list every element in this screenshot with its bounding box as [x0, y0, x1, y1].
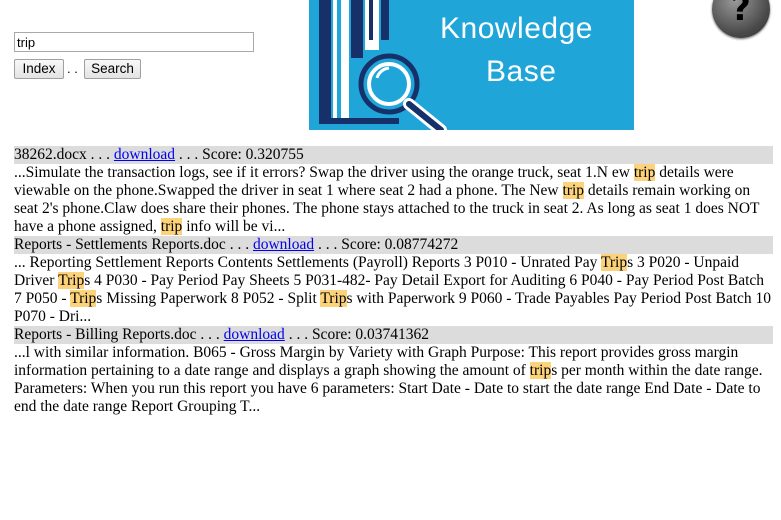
result-filename: Reports - Billing Reports.doc	[14, 326, 197, 343]
snippet-text: ...Simulate the transaction logs, see if…	[14, 164, 634, 181]
result-filename: 38262.docx	[14, 146, 87, 163]
highlight-term: Trip	[58, 272, 85, 289]
result-score: Score: 0.320755	[202, 146, 304, 163]
download-link[interactable]: download	[224, 326, 285, 343]
results-list: 38262.docx . . . download . . . Score: 0…	[14, 146, 773, 416]
highlight-term: trip	[562, 182, 585, 199]
highlight-term: trip	[633, 164, 656, 181]
highlight-term: trip	[160, 218, 183, 235]
knowledge-base-logo: Knowledge Base	[309, 0, 634, 130]
help-icon[interactable]: ?	[712, 0, 770, 38]
result-snippet: ... Reporting Settlement Reports Content…	[14, 254, 773, 326]
highlight-term: Trip	[320, 290, 347, 307]
search-button[interactable]: Search	[84, 59, 141, 79]
result-snippet: ...l with similar information. B065 - Gr…	[14, 344, 773, 416]
result-separator: . . .	[284, 326, 312, 343]
result-separator: . . .	[175, 146, 203, 163]
index-button[interactable]: Index	[14, 59, 64, 79]
result-snippet: ...Simulate the transaction logs, see if…	[14, 164, 773, 236]
logo-title-line2: Base	[486, 55, 557, 88]
download-link[interactable]: download	[253, 236, 314, 253]
result-header: Reports - Settlements Reports.doc . . . …	[14, 236, 773, 254]
snippet-text: ... Reporting Settlement Reports Content…	[14, 254, 601, 271]
result-separator: . . .	[225, 236, 253, 253]
result-score: Score: 0.03741362	[311, 326, 430, 343]
highlight-term: Trip	[70, 290, 97, 307]
result-header: 38262.docx . . . download . . . Score: 0…	[14, 146, 773, 164]
logo-title-line1: Knowledge	[440, 12, 593, 45]
search-result: 38262.docx . . . download . . . Score: 0…	[14, 146, 773, 236]
result-separator: . . .	[314, 236, 342, 253]
result-filename: Reports - Settlements Reports.doc	[14, 236, 226, 253]
snippet-text: s Missing Paperwork 8 P052 - Split	[96, 290, 321, 307]
search-result: Reports - Billing Reports.doc . . . down…	[14, 326, 773, 416]
result-separator: . . .	[86, 146, 114, 163]
snippet-text: info will be vi...	[182, 218, 286, 235]
result-score: Score: 0.08774272	[341, 236, 459, 253]
result-separator: . . .	[196, 326, 224, 343]
highlight-term: trip	[529, 362, 552, 379]
download-link[interactable]: download	[114, 146, 175, 163]
search-result: Reports - Settlements Reports.doc . . . …	[14, 236, 773, 326]
result-header: Reports - Billing Reports.doc . . . down…	[14, 326, 773, 344]
highlight-term: Trip	[600, 254, 628, 271]
search-input[interactable]	[14, 32, 254, 52]
button-separator: . .	[67, 61, 78, 76]
